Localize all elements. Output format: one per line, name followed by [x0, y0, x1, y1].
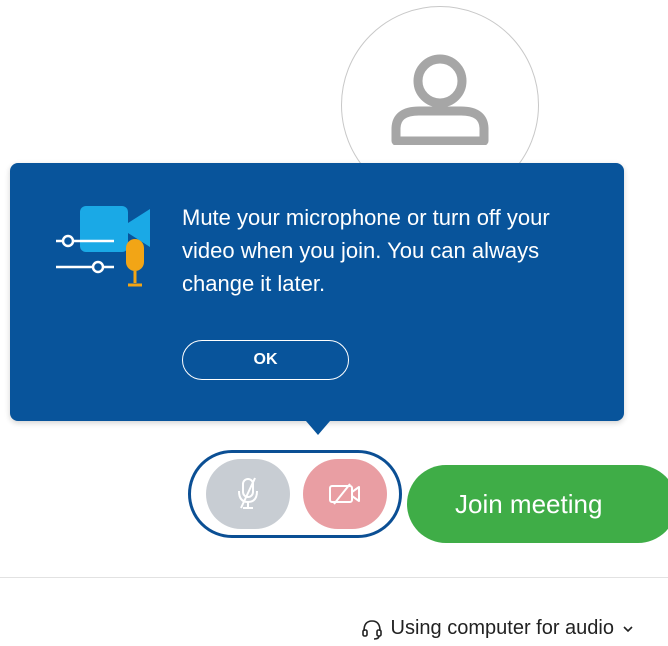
headset-icon — [361, 619, 382, 640]
join-meeting-button[interactable]: Join meeting — [407, 465, 668, 543]
person-icon — [391, 54, 489, 145]
media-controls — [188, 450, 402, 538]
ok-button[interactable]: OK — [182, 340, 349, 380]
tooltip-arrow — [306, 421, 330, 435]
onboarding-tooltip: Mute your microphone or turn off your vi… — [10, 163, 624, 435]
audio-label: Using computer for audio — [390, 617, 614, 639]
chevron-down-icon — [623, 625, 633, 632]
audio-connection-selector[interactable]: Using computer for audio — [361, 617, 634, 640]
mute-microphone-button[interactable] — [206, 459, 290, 529]
divider — [0, 577, 668, 578]
audio-video-settings-icon — [56, 206, 150, 287]
mic-muted-icon — [238, 477, 258, 509]
video-off-icon — [329, 483, 360, 505]
turn-off-video-button[interactable] — [303, 459, 387, 529]
tooltip-message: Mute your microphone or turn off your vi… — [182, 205, 550, 296]
